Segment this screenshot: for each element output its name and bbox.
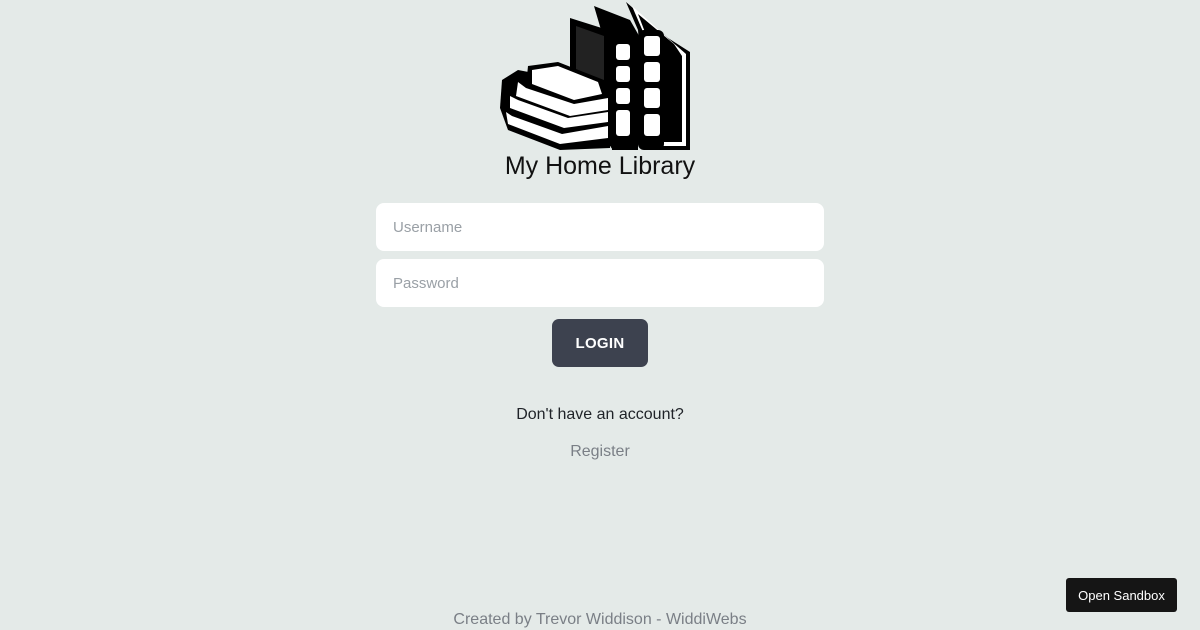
open-sandbox-button[interactable]: Open Sandbox <box>1066 578 1177 612</box>
footer-credit: Created by Trevor Widdison - WiddiWebs <box>453 611 747 628</box>
books-stack-icon <box>500 2 690 150</box>
login-button[interactable]: LOGIN <box>552 319 648 367</box>
register-link[interactable]: Register <box>570 443 630 460</box>
username-input[interactable] <box>376 203 824 251</box>
app-title: My Home Library <box>504 152 696 180</box>
no-account-prompt: Don't have an account? <box>516 406 684 423</box>
password-input[interactable] <box>376 259 824 307</box>
login-page: My Home Library LOGIN Don't have an acco… <box>0 0 1200 630</box>
register-link-container: Register <box>0 443 1200 461</box>
